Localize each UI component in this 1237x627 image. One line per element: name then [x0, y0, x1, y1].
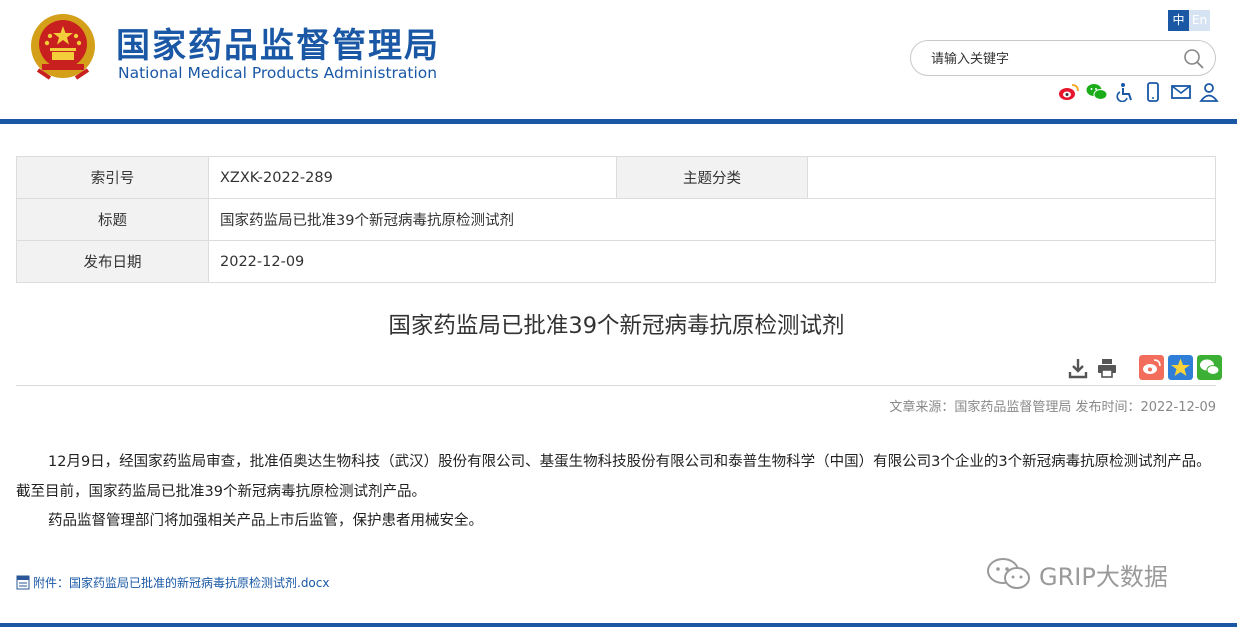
topic-label: 主题分类	[616, 156, 808, 199]
article-tools	[1066, 355, 1226, 380]
weibo-icon[interactable]	[1058, 82, 1080, 102]
search-box	[910, 40, 1216, 76]
meta-row-index: 索引号 XZXK-2022-289 主题分类	[16, 156, 1216, 199]
word-document-icon	[16, 575, 30, 590]
article-body: 12月9日，经国家药监局审查，批准佰奥达生物科技（武汉）股份有限公司、基蛋生物科…	[16, 448, 1216, 537]
search-input[interactable]	[931, 49, 1171, 69]
attachment-link[interactable]: 附件：国家药监局已批准的新冠病毒抗原检测试剂.docx	[16, 574, 329, 591]
title-value: 国家药监局已批准39个新冠病毒抗原检测试剂	[208, 198, 1216, 241]
social-links	[1058, 82, 1220, 102]
footer-bar	[0, 623, 1237, 627]
lang-cn-button[interactable]: 中	[1168, 10, 1189, 31]
download-icon[interactable]	[1066, 356, 1090, 380]
date-value: 2022-12-09	[208, 240, 1216, 283]
mail-icon[interactable]	[1170, 82, 1192, 102]
meta-row-title: 标题 国家药监局已批准39个新冠病毒抗原检测试剂	[16, 198, 1216, 241]
print-icon[interactable]	[1095, 356, 1119, 380]
site-title-en: National Medical Products Administration	[118, 64, 438, 82]
wechat-icon[interactable]	[1086, 82, 1108, 102]
share-favorite-icon[interactable]	[1168, 355, 1193, 380]
article-paragraph: 12月9日，经国家药监局审查，批准佰奥达生物科技（武汉）股份有限公司、基蛋生物科…	[16, 454, 1211, 500]
topic-value	[807, 156, 1216, 199]
site-header: 国家药品监督管理局 National Medical Products Admi…	[0, 0, 1237, 118]
wechat-watermark-icon	[987, 558, 1030, 589]
title-divider	[16, 385, 1216, 386]
attachment-label[interactable]: 附件：国家药监局已批准的新冠病毒抗原检测试剂.docx	[33, 574, 329, 591]
title-label: 标题	[16, 198, 209, 241]
article-source: 文章来源：国家药品监督管理局 发布时间：2022-12-09	[889, 400, 1216, 415]
index-label: 索引号	[16, 156, 209, 199]
search-icon[interactable]	[1183, 48, 1205, 70]
site-title-cn: 国家药品监督管理局	[116, 26, 440, 66]
header-divider	[0, 119, 1237, 124]
date-label: 发布日期	[16, 240, 209, 283]
watermark: GRIP大数据	[985, 556, 1168, 592]
language-switcher: 中 En	[1168, 10, 1210, 31]
document-meta-table: 索引号 XZXK-2022-289 主题分类 标题 国家药监局已批准39个新冠病…	[16, 156, 1216, 283]
share-wechat-icon[interactable]	[1197, 355, 1222, 380]
meta-row-date: 发布日期 2022-12-09	[16, 240, 1216, 283]
article-title: 国家药监局已批准39个新冠病毒抗原检测试剂	[388, 313, 845, 339]
lang-en-button[interactable]: En	[1189, 10, 1210, 31]
share-weibo-icon[interactable]	[1139, 355, 1164, 380]
index-value: XZXK-2022-289	[208, 156, 617, 199]
article-paragraph: 药品监督管理部门将加强相关产品上市后监管，保护患者用械安全。	[48, 513, 483, 529]
national-emblem-icon	[31, 14, 95, 80]
user-icon[interactable]	[1198, 82, 1220, 102]
watermark-text: GRIP大数据	[1039, 562, 1168, 591]
mobile-icon[interactable]	[1142, 82, 1164, 102]
accessibility-icon[interactable]	[1114, 82, 1136, 102]
